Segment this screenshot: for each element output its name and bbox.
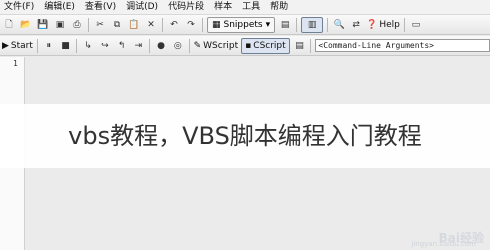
editor-mode-icon[interactable]: ▥	[301, 16, 324, 33]
watermark-url: jingyan.baidu.com	[411, 240, 476, 248]
step-into-icon[interactable]: ↳	[81, 39, 95, 53]
toolbar-separator	[403, 17, 405, 32]
toolbar-separator	[202, 17, 203, 32]
line-number: 1	[13, 59, 18, 68]
print-icon[interactable]: ⎙	[70, 18, 84, 32]
chevron-down-icon: ▾	[265, 19, 271, 30]
toolbar-separator	[188, 38, 190, 53]
toolbar-separator	[36, 38, 38, 53]
console-icon: ▪	[245, 40, 252, 51]
toolbar-separator	[76, 38, 78, 53]
menu-edit[interactable]: 编辑(E)	[40, 0, 81, 14]
pause-icon[interactable]: ⏸	[42, 39, 56, 53]
new-file-icon[interactable]: 🗋	[2, 18, 16, 32]
snippets-icon: ▦	[212, 19, 221, 30]
stop-icon[interactable]: ■	[59, 39, 73, 53]
save-icon[interactable]: 💾	[36, 18, 50, 32]
caption-title: vbs教程，VBS脚本编程入门教程	[68, 122, 422, 150]
menu-tools[interactable]: 工具	[238, 0, 266, 14]
clear-breakpoints-icon[interactable]: ◎	[171, 39, 185, 53]
wscript-button[interactable]: ✎ WScript	[194, 41, 239, 51]
start-label: Start	[10, 40, 33, 51]
menu-bar: 文件(F) 编辑(E) 查看(V) 调试(D) 代码片段 样本 工具 帮助	[0, 0, 490, 15]
menu-help[interactable]: 帮助	[266, 0, 294, 14]
options-icon[interactable]: ▤	[293, 39, 307, 53]
undo-icon[interactable]: ↶	[167, 18, 181, 32]
toolbar-separator	[88, 17, 89, 32]
help-label: Help	[379, 19, 400, 30]
menu-view[interactable]: 查看(V)	[81, 0, 122, 14]
step-over-icon[interactable]: ↪	[98, 39, 112, 53]
menu-file[interactable]: 文件(F)	[0, 0, 40, 14]
wscript-icon: ✎	[193, 40, 202, 51]
document-icon[interactable]: ▭	[409, 18, 423, 32]
snippets-label: Snippets	[223, 19, 263, 30]
cscript-button[interactable]: ▪ CScript	[241, 37, 290, 54]
paste-icon[interactable]: 📋	[127, 18, 141, 32]
run-toolbar: ▶ Start ⏸ ■ ↳ ↪ ↰ ⇥ ● ◎ ✎ WScript ▪ CScr…	[0, 36, 490, 56]
toolbar-separator	[296, 17, 298, 32]
toolbar-separator	[327, 17, 329, 32]
help-icon: ❓	[366, 19, 378, 30]
snippet-insert-icon[interactable]: ▤	[278, 18, 292, 32]
wscript-label: WScript	[203, 40, 239, 51]
step-out-icon[interactable]: ↰	[115, 39, 129, 53]
redo-icon[interactable]: ↷	[184, 18, 198, 32]
watermark: Bai经验 jingyan.baidu.com	[411, 229, 484, 248]
menu-samples[interactable]: 样本	[210, 0, 238, 14]
save-all-icon[interactable]: ▣	[53, 18, 67, 32]
menu-debug[interactable]: 调试(D)	[122, 0, 164, 14]
toolbar-separator	[162, 17, 163, 32]
toolbar-separator	[149, 38, 151, 53]
cut-icon[interactable]: ✂	[93, 18, 107, 32]
replace-icon[interactable]: ⇄	[349, 18, 363, 32]
delete-icon[interactable]: ✕	[144, 18, 158, 32]
start-button[interactable]: ▶ Start	[2, 41, 33, 51]
run-to-cursor-icon[interactable]: ⇥	[131, 39, 145, 53]
open-folder-icon[interactable]: 📂	[19, 18, 33, 32]
copy-icon[interactable]: ⧉	[110, 18, 124, 32]
play-icon: ▶	[2, 40, 9, 51]
find-icon[interactable]: 🔍	[332, 18, 346, 32]
cscript-label: CScript	[253, 40, 286, 51]
command-line-arguments-input[interactable]: <Command-Line Arguments>	[315, 39, 490, 52]
toolbar-separator	[310, 38, 312, 53]
main-toolbar: 🗋 📂 💾 ▣ ⎙ ✂ ⧉ 📋 ✕ ↶ ↷ ▦ Snippets ▾ ▤ ▥ 🔍…	[0, 15, 490, 35]
snippets-dropdown[interactable]: ▦ Snippets ▾	[207, 16, 276, 33]
help-button[interactable]: ❓ Help	[366, 20, 400, 30]
breakpoint-icon[interactable]: ●	[154, 39, 168, 53]
menu-snippets[interactable]: 代码片段	[164, 0, 210, 14]
